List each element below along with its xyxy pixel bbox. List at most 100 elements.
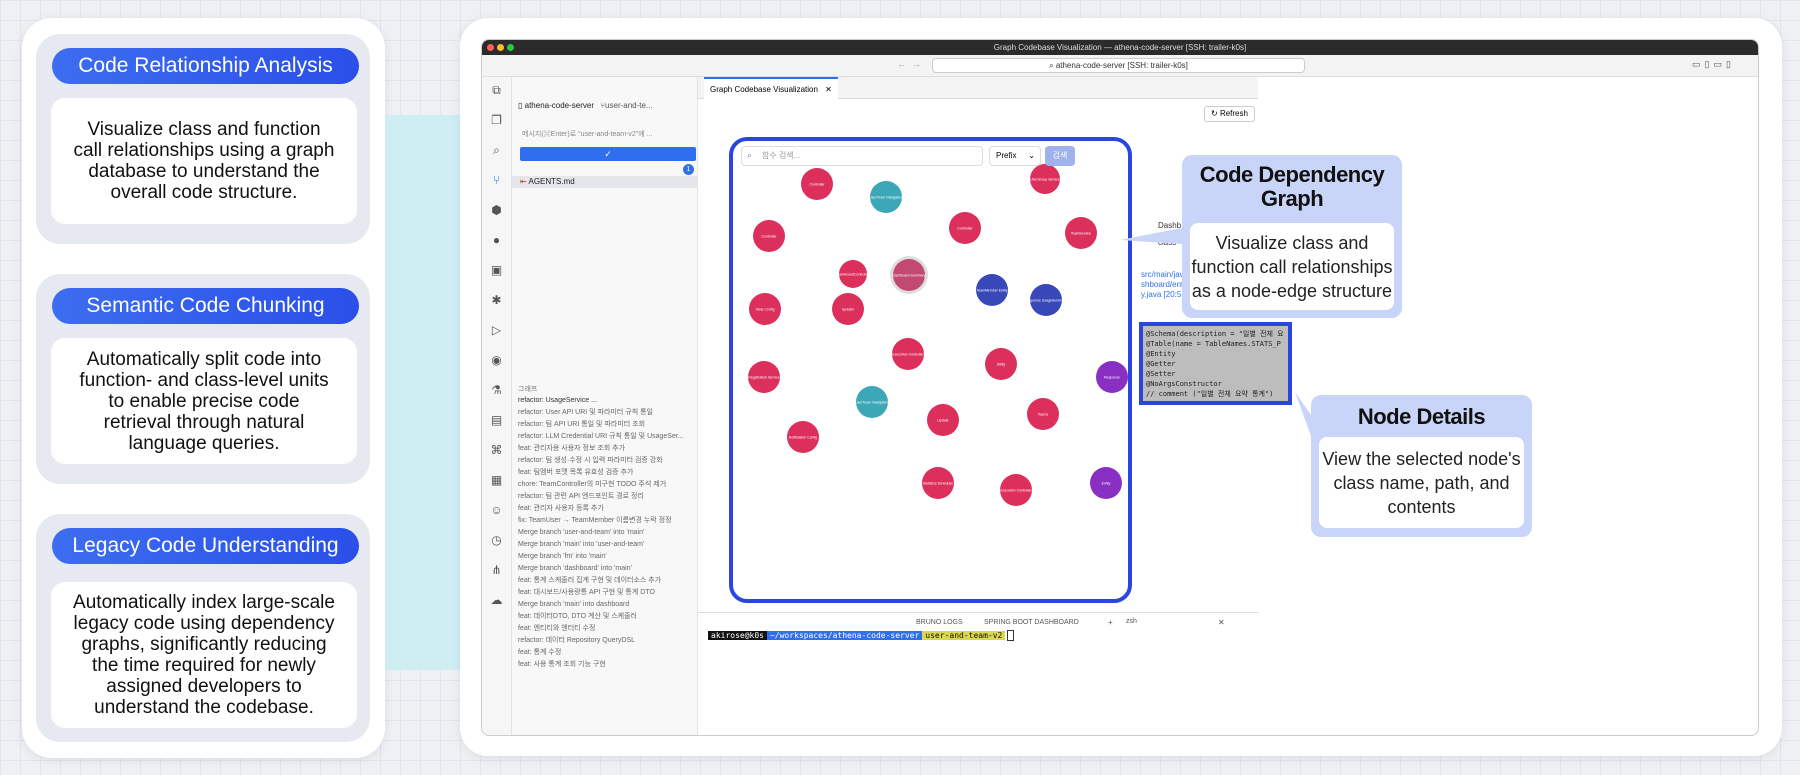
graph-node-label: Updater [842, 308, 855, 312]
tab-bruno-logs[interactable]: BRUNO LOGS [916, 619, 963, 626]
commit-row[interactable]: fix: TeamUser → TeamMember 이름변경 누락 정정 [518, 515, 672, 527]
package-icon[interactable]: ▣ [489, 263, 504, 278]
command-center-search[interactable]: ⌕ athena-code-server [SSH: trailer-k0s] [932, 58, 1305, 73]
commit-row[interactable]: refactor: 데이터 Repository QueryDSL [518, 635, 635, 647]
graph-node-label: Response [1104, 376, 1120, 380]
search-button[interactable]: 검색 [1045, 146, 1075, 166]
close-panel-icon[interactable]: ✕ [1218, 618, 1225, 627]
graph-node[interactable]: Controller [753, 220, 785, 252]
commit-row[interactable]: feat: 대시보드/사용량통 API 구현 및 통계 DTO [518, 587, 655, 599]
minimize-window-button[interactable] [497, 44, 504, 51]
dependency-graph-view[interactable]: Controller UserTeam Navigation UserGroup S… [729, 137, 1132, 603]
tab-graph-visualization[interactable]: Graph Codebase Visualization ✕ [704, 77, 838, 99]
changed-file-row[interactable]: ⇤ AGENTS.md [512, 176, 698, 188]
graph-canvas[interactable]: Controller UserTeam Navigation UserGroup S… [733, 141, 1128, 599]
commit-row[interactable]: feat: 데이터DTO, DTO 계산 및 스케줄러 [518, 611, 637, 623]
zoom-window-button[interactable] [507, 44, 514, 51]
commit-message-input[interactable]: 메시지(⌘Enter)로 "user-and-team-v2"에 ... [522, 129, 687, 141]
graph-node[interactable]: DashboardController [837, 260, 870, 288]
terminal-shell-name[interactable]: zsh [1126, 618, 1137, 625]
match-mode-select[interactable]: Prefix ⌄ [989, 146, 1041, 166]
search-icon[interactable]: ⌕ [489, 143, 504, 158]
graph-node-label: Dashboard Summary [892, 274, 925, 278]
graph-node[interactable]: Dashboard Summary [890, 256, 928, 294]
commit-row[interactable]: feat: 사용 통계 조회 기능 구현 [518, 659, 606, 671]
commit-row[interactable]: Merge branch 'user-and-team' into 'main' [518, 527, 644, 539]
window-titlebar: Graph Codebase Visualization — athena-co… [482, 40, 1758, 55]
forward-arrow-icon[interactable]: → [912, 59, 921, 69]
graph-node[interactable]: Stats Config [749, 293, 781, 325]
layout-toggle-icons[interactable]: ▭▯▭▯ [1692, 59, 1735, 70]
close-window-button[interactable] [487, 44, 494, 51]
graph-node[interactable]: Controller [801, 168, 833, 200]
flask-icon[interactable]: ⚗ [489, 383, 504, 398]
graph-node-label: Execution Controller [892, 353, 924, 357]
repository-row[interactable]: ▯ athena-code-server ⑂user-and-te... [518, 101, 693, 113]
graph-node[interactable]: Statistics Scheduler [922, 467, 954, 499]
graph-node[interactable]: TeamMember Entity [976, 274, 1008, 306]
graph-node[interactable]: Teams [1027, 398, 1059, 430]
remote-explorer-icon[interactable]: ⧉ [489, 83, 504, 98]
graph-node[interactable]: Response UsageSummary [1025, 284, 1067, 316]
graph-node[interactable]: UserTeam Navigation [855, 386, 889, 418]
commit-row[interactable]: feat: 엔티티와 엔터티 수정 [518, 623, 595, 635]
graph-node[interactable]: Update [927, 404, 959, 436]
function-search-input[interactable]: 함수 검색... [741, 146, 983, 166]
graph-node[interactable]: Notification Config [787, 421, 819, 453]
graph-node[interactable]: TeamService [1065, 217, 1097, 249]
back-arrow-icon[interactable]: ← [897, 59, 906, 69]
graph-node[interactable]: UserTeam Navigation [869, 181, 903, 213]
commit-row[interactable]: refactor: LLM Credential URI 규칙 통일 및 Usa… [518, 431, 684, 443]
account-icon[interactable]: ☺ [489, 503, 504, 518]
graph-node[interactable]: Updater [832, 293, 864, 325]
edge-icon[interactable]: ◉ [489, 353, 504, 368]
graph-node[interactable]: Utility [985, 348, 1017, 380]
graph-node[interactable]: Entity [1090, 467, 1122, 499]
feature-title: Semantic Code Chunking [52, 288, 359, 324]
commit-row[interactable]: refactor: 팀 API URI 통일 및 파라미터 조회 [518, 419, 645, 431]
commit-row[interactable]: feat: 관리자용 사용자 정보 조회 추가 [518, 443, 625, 455]
detail-tab-dashboard[interactable]: Dashb [1158, 221, 1181, 230]
commit-row[interactable]: feat: 통계 수정 [518, 647, 561, 659]
github-icon[interactable]: ● [489, 233, 504, 248]
commit-button[interactable]: ✓ [520, 147, 696, 161]
docker-icon[interactable]: ☁ [489, 593, 504, 608]
graph-icon[interactable]: ⋔ [489, 563, 504, 578]
network-icon[interactable]: ⌘ [489, 443, 504, 458]
source-control-icon[interactable]: ⑂ [489, 173, 504, 188]
node-path[interactable]: src/main/jav shboard/ent y.java [20:5 [1141, 270, 1184, 300]
commit-row[interactable]: Merge branch 'fm' into 'main' [518, 551, 607, 563]
commit-row[interactable]: Merge branch 'main' into dashboard [518, 599, 629, 611]
terminal-prompt[interactable]: akirose@k0s ~/workspaces/athena-code-serv… [708, 630, 1015, 641]
commit-row[interactable]: refactor: 팀 관련 API 엔드포인트 경로 정리 [518, 491, 644, 503]
commit-row[interactable]: feat: 통계 스케줄러 집계 구현 및 데이터소스 추가 [518, 575, 661, 587]
add-terminal-icon[interactable]: + [1108, 618, 1113, 627]
commit-row[interactable]: Merge branch 'main' into 'user-and-team' [518, 539, 644, 551]
commit-row[interactable]: chore: TeamController의 미구현 TODO 주석 제거 [518, 479, 666, 491]
commit-row[interactable]: refactor: User API URI 및 파라미터 규칙 통일 [518, 407, 653, 419]
container-icon[interactable]: ▦ [489, 473, 504, 488]
commit-row[interactable]: refactor: 팀 생성·수정 시 입력 파라미터 검증 강화 [518, 455, 663, 467]
extension-icon[interactable]: ⬢ [489, 203, 504, 218]
graph-node[interactable]: Execution Controller [892, 338, 925, 370]
commit-row[interactable]: Merge branch 'dashboard' into 'main' [518, 563, 632, 575]
detail-tab-class[interactable]: class [1158, 238, 1176, 247]
close-tab-icon[interactable]: ✕ [825, 85, 832, 94]
time-icon[interactable]: ◷ [489, 533, 504, 548]
refresh-button[interactable]: ↻ Refresh [1204, 106, 1255, 122]
explorer-icon[interactable]: ❐ [489, 113, 504, 128]
commit-row[interactable]: refactor: UsageService ... [518, 395, 597, 407]
graph-node[interactable]: Controller [949, 212, 981, 244]
graph-node[interactable]: Execution Controller [1000, 474, 1033, 506]
graph-section-header[interactable]: 그래프 [518, 384, 537, 394]
commit-row[interactable]: feat: 팀멤버 포맷 목록 유효성 검증 추가 [518, 467, 633, 479]
gear-extension-icon[interactable]: ✱ [489, 293, 504, 308]
database-icon[interactable]: ▤ [489, 413, 504, 428]
graph-node-label: UserTeam Navigation [869, 196, 903, 200]
tab-spring-boot-dashboard[interactable]: SPRING BOOT DASHBOARD [984, 619, 1079, 626]
run-debug-icon[interactable]: ▷ [489, 323, 504, 338]
graph-node[interactable]: Registration Service [748, 361, 780, 393]
graph-node[interactable]: UserGroup Service [1030, 164, 1060, 194]
graph-node[interactable]: Response [1096, 361, 1128, 393]
commit-row[interactable]: feat: 관리자 사용자 등록 추가 [518, 503, 604, 515]
